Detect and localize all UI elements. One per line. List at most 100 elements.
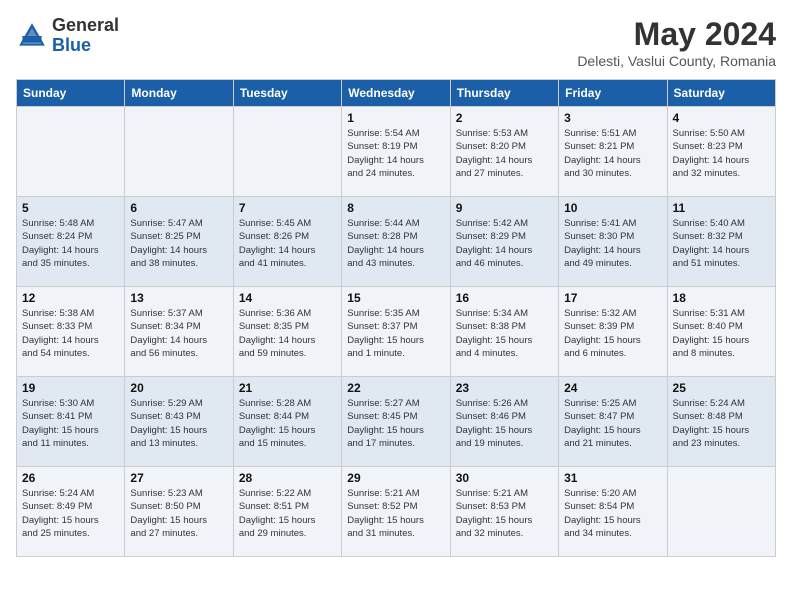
day-info: Sunrise: 5:34 AM Sunset: 8:38 PM Dayligh… — [456, 307, 553, 360]
calendar-day-cell: 20 Sunrise: 5:29 AM Sunset: 8:43 PM Dayli… — [125, 377, 233, 467]
day-info: Sunrise: 5:36 AM Sunset: 8:35 PM Dayligh… — [239, 307, 336, 360]
weekday-header-cell: Wednesday — [342, 80, 450, 107]
day-info: Sunrise: 5:30 AM Sunset: 8:41 PM Dayligh… — [22, 397, 119, 450]
day-number: 20 — [130, 381, 227, 395]
day-info: Sunrise: 5:54 AM Sunset: 8:19 PM Dayligh… — [347, 127, 444, 180]
day-number: 5 — [22, 201, 119, 215]
calendar-week-row: 12Sunrise: 5:38 AM Sunset: 8:33 PM Dayli… — [17, 287, 776, 377]
calendar-table: SundayMondayTuesdayWednesdayThursdayFrid… — [16, 79, 776, 557]
day-info: Sunrise: 5:50 AM Sunset: 8:23 PM Dayligh… — [673, 127, 770, 180]
weekday-header-cell: Friday — [559, 80, 667, 107]
calendar-week-row: 5 Sunrise: 5:48 AM Sunset: 8:24 PM Daylig… — [17, 197, 776, 287]
calendar-day-cell: 12Sunrise: 5:38 AM Sunset: 8:33 PM Dayli… — [17, 287, 125, 377]
day-info: Sunrise: 5:42 AM Sunset: 8:29 PM Dayligh… — [456, 217, 553, 270]
day-number: 17 — [564, 291, 661, 305]
page-header: General Blue May 2024 Delesti, Vaslui Co… — [16, 16, 776, 69]
day-info: Sunrise: 5:22 AM Sunset: 8:51 PM Dayligh… — [239, 487, 336, 540]
location-subtitle: Delesti, Vaslui County, Romania — [577, 53, 776, 69]
day-number: 7 — [239, 201, 336, 215]
day-number: 18 — [673, 291, 770, 305]
calendar-day-cell: 3Sunrise: 5:51 AM Sunset: 8:21 PM Daylig… — [559, 107, 667, 197]
day-number: 19 — [22, 381, 119, 395]
weekday-header-cell: Tuesday — [233, 80, 341, 107]
day-number: 31 — [564, 471, 661, 485]
calendar-day-cell: 7 Sunrise: 5:45 AM Sunset: 8:26 PM Daylig… — [233, 197, 341, 287]
calendar-day-cell: 13 Sunrise: 5:37 AM Sunset: 8:34 PM Dayli… — [125, 287, 233, 377]
day-number: 1 — [347, 111, 444, 125]
month-title: May 2024 — [577, 16, 776, 53]
calendar-day-cell — [233, 107, 341, 197]
day-number: 4 — [673, 111, 770, 125]
day-info: Sunrise: 5:24 AM Sunset: 8:49 PM Dayligh… — [22, 487, 119, 540]
day-info: Sunrise: 5:26 AM Sunset: 8:46 PM Dayligh… — [456, 397, 553, 450]
calendar-day-cell: 28 Sunrise: 5:22 AM Sunset: 8:51 PM Dayli… — [233, 467, 341, 557]
calendar-day-cell: 29Sunrise: 5:21 AM Sunset: 8:52 PM Dayli… — [342, 467, 450, 557]
calendar-day-cell: 27Sunrise: 5:23 AM Sunset: 8:50 PM Dayli… — [125, 467, 233, 557]
day-number: 13 — [130, 291, 227, 305]
calendar-day-cell: 9 Sunrise: 5:42 AM Sunset: 8:29 PM Daylig… — [450, 197, 558, 287]
day-info: Sunrise: 5:24 AM Sunset: 8:48 PM Dayligh… — [673, 397, 770, 450]
day-info: Sunrise: 5:47 AM Sunset: 8:25 PM Dayligh… — [130, 217, 227, 270]
calendar-day-cell: 14 Sunrise: 5:36 AM Sunset: 8:35 PM Dayli… — [233, 287, 341, 377]
calendar-day-cell: 8Sunrise: 5:44 AM Sunset: 8:28 PM Daylig… — [342, 197, 450, 287]
day-info: Sunrise: 5:41 AM Sunset: 8:30 PM Dayligh… — [564, 217, 661, 270]
weekday-header-row: SundayMondayTuesdayWednesdayThursdayFrid… — [17, 80, 776, 107]
day-number: 8 — [347, 201, 444, 215]
calendar-body: 1 Sunrise: 5:54 AM Sunset: 8:19 PM Daylig… — [17, 107, 776, 557]
day-info: Sunrise: 5:21 AM Sunset: 8:53 PM Dayligh… — [456, 487, 553, 540]
calendar-day-cell: 26Sunrise: 5:24 AM Sunset: 8:49 PM Dayli… — [17, 467, 125, 557]
day-number: 28 — [239, 471, 336, 485]
day-number: 23 — [456, 381, 553, 395]
day-info: Sunrise: 5:29 AM Sunset: 8:43 PM Dayligh… — [130, 397, 227, 450]
calendar-day-cell — [17, 107, 125, 197]
day-number: 2 — [456, 111, 553, 125]
logo-blue-text: Blue — [52, 36, 119, 56]
weekday-header-cell: Saturday — [667, 80, 775, 107]
calendar-day-cell: 10 Sunrise: 5:41 AM Sunset: 8:30 PM Dayli… — [559, 197, 667, 287]
logo: General Blue — [16, 16, 119, 56]
day-info: Sunrise: 5:31 AM Sunset: 8:40 PM Dayligh… — [673, 307, 770, 360]
day-info: Sunrise: 5:23 AM Sunset: 8:50 PM Dayligh… — [130, 487, 227, 540]
day-number: 9 — [456, 201, 553, 215]
day-info: Sunrise: 5:48 AM Sunset: 8:24 PM Dayligh… — [22, 217, 119, 270]
calendar-day-cell: 6Sunrise: 5:47 AM Sunset: 8:25 PM Daylig… — [125, 197, 233, 287]
calendar-day-cell: 11 Sunrise: 5:40 AM Sunset: 8:32 PM Dayli… — [667, 197, 775, 287]
calendar-day-cell — [125, 107, 233, 197]
calendar-day-cell: 22Sunrise: 5:27 AM Sunset: 8:45 PM Dayli… — [342, 377, 450, 467]
calendar-day-cell: 2 Sunrise: 5:53 AM Sunset: 8:20 PM Daylig… — [450, 107, 558, 197]
calendar-day-cell: 25 Sunrise: 5:24 AM Sunset: 8:48 PM Dayli… — [667, 377, 775, 467]
day-info: Sunrise: 5:45 AM Sunset: 8:26 PM Dayligh… — [239, 217, 336, 270]
logo-text: General Blue — [52, 16, 119, 56]
day-info: Sunrise: 5:38 AM Sunset: 8:33 PM Dayligh… — [22, 307, 119, 360]
day-info: Sunrise: 5:28 AM Sunset: 8:44 PM Dayligh… — [239, 397, 336, 450]
day-number: 29 — [347, 471, 444, 485]
day-number: 25 — [673, 381, 770, 395]
day-info: Sunrise: 5:53 AM Sunset: 8:20 PM Dayligh… — [456, 127, 553, 180]
calendar-week-row: 19 Sunrise: 5:30 AM Sunset: 8:41 PM Dayli… — [17, 377, 776, 467]
weekday-header-cell: Monday — [125, 80, 233, 107]
day-info: Sunrise: 5:32 AM Sunset: 8:39 PM Dayligh… — [564, 307, 661, 360]
day-info: Sunrise: 5:37 AM Sunset: 8:34 PM Dayligh… — [130, 307, 227, 360]
day-number: 16 — [456, 291, 553, 305]
day-number: 11 — [673, 201, 770, 215]
logo-general-text: General — [52, 16, 119, 36]
day-info: Sunrise: 5:27 AM Sunset: 8:45 PM Dayligh… — [347, 397, 444, 450]
logo-icon — [16, 20, 48, 52]
calendar-day-cell — [667, 467, 775, 557]
day-info: Sunrise: 5:20 AM Sunset: 8:54 PM Dayligh… — [564, 487, 661, 540]
calendar-day-cell: 31 Sunrise: 5:20 AM Sunset: 8:54 PM Dayli… — [559, 467, 667, 557]
calendar-week-row: 1 Sunrise: 5:54 AM Sunset: 8:19 PM Daylig… — [17, 107, 776, 197]
calendar-day-cell: 21Sunrise: 5:28 AM Sunset: 8:44 PM Dayli… — [233, 377, 341, 467]
day-number: 14 — [239, 291, 336, 305]
title-block: May 2024 Delesti, Vaslui County, Romania — [577, 16, 776, 69]
day-info: Sunrise: 5:40 AM Sunset: 8:32 PM Dayligh… — [673, 217, 770, 270]
calendar-day-cell: 19 Sunrise: 5:30 AM Sunset: 8:41 PM Dayli… — [17, 377, 125, 467]
day-number: 10 — [564, 201, 661, 215]
calendar-day-cell: 23 Sunrise: 5:26 AM Sunset: 8:46 PM Dayli… — [450, 377, 558, 467]
calendar-day-cell: 18 Sunrise: 5:31 AM Sunset: 8:40 PM Dayli… — [667, 287, 775, 377]
weekday-header-cell: Sunday — [17, 80, 125, 107]
day-number: 3 — [564, 111, 661, 125]
calendar-day-cell: 16 Sunrise: 5:34 AM Sunset: 8:38 PM Dayli… — [450, 287, 558, 377]
calendar-day-cell: 15Sunrise: 5:35 AM Sunset: 8:37 PM Dayli… — [342, 287, 450, 377]
day-number: 15 — [347, 291, 444, 305]
